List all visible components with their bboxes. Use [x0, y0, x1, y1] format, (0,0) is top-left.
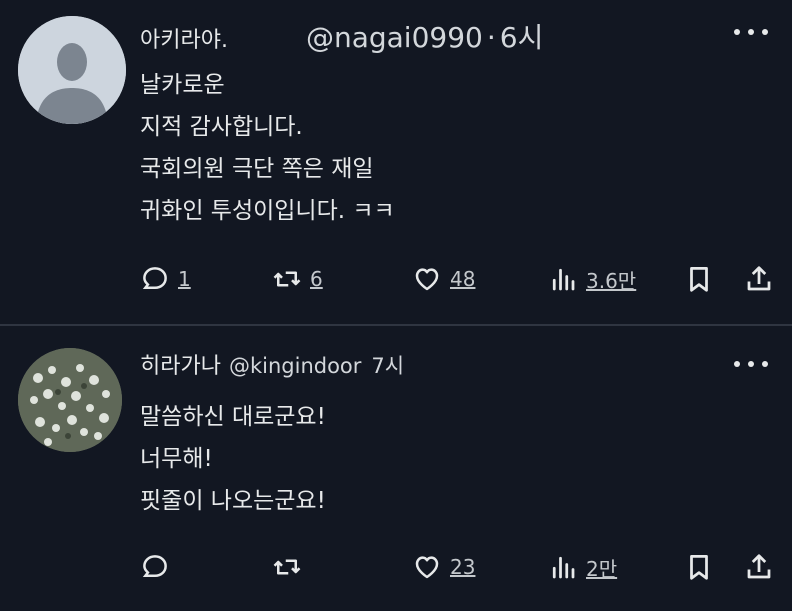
tweet-line: 국회의원 극단 쪽은 재일 [140, 156, 374, 182]
retweet-count[interactable]: 6 [310, 267, 323, 291]
tweet-header: 아키라야. @nagai0990 · 6시 [140, 16, 543, 56]
comment-icon [142, 267, 167, 289]
tweet-line: 너무해! [140, 446, 213, 472]
user-handle[interactable]: @kingindoor [229, 354, 361, 378]
reply-button[interactable]: 1 [140, 262, 191, 296]
share-button[interactable] [744, 550, 774, 584]
display-name[interactable]: 아키라야. [140, 22, 228, 54]
tweet[interactable]: 아키라야. @nagai0990 · 6시 날카로운 지적 감사합니다. 국회의… [0, 0, 792, 325]
retweet-icon [273, 559, 301, 575]
like-count[interactable]: 48 [450, 267, 475, 291]
display-name[interactable]: 히라가나 [140, 348, 221, 380]
tweet-header: 히라가나 @kingindoor 7시 [140, 348, 404, 380]
action-bar: 23 2만 [140, 550, 780, 584]
views-button[interactable]: 3.6만 [548, 262, 636, 296]
heart-icon [415, 268, 439, 291]
views-chart-icon [552, 556, 575, 579]
tweet-line: 날카로운 [140, 72, 225, 98]
comment-icon [142, 555, 167, 577]
reply-button[interactable] [140, 550, 170, 584]
like-button[interactable]: 23 [412, 550, 475, 584]
bookmark-button[interactable] [684, 550, 714, 584]
avatar[interactable] [18, 348, 122, 452]
more-dots-icon[interactable] [734, 354, 768, 374]
tweet-text: 말씀하신 대로군요! 너무해! 핏줄이 나오는군요! [140, 396, 326, 522]
meta-separator: · [486, 21, 496, 54]
user-handle[interactable]: @nagai0990 [306, 21, 483, 54]
tweet-line: 지적 감사합니다. [140, 114, 303, 140]
default-avatar-icon [18, 16, 126, 124]
timestamp[interactable]: 7시 [371, 350, 404, 380]
tweet-line: 핏줄이 나오는군요! [140, 488, 326, 514]
tweet-line: 말씀하신 대로군요! [140, 404, 326, 430]
views-count[interactable]: 2만 [586, 553, 617, 582]
share-icon [747, 266, 771, 291]
flower-avatar-icon [18, 348, 122, 452]
retweet-button[interactable] [272, 550, 302, 584]
bookmark-icon [690, 267, 708, 292]
tweet-line: 귀화인 투성이입니다. ㅋㅋ [140, 198, 395, 224]
share-icon [747, 554, 771, 579]
share-button[interactable] [744, 262, 774, 296]
views-count[interactable]: 3.6만 [586, 265, 636, 294]
bookmark-button[interactable] [684, 262, 714, 296]
views-chart-icon [552, 268, 575, 291]
avatar[interactable] [18, 16, 126, 124]
heart-icon [415, 556, 439, 579]
reply-count[interactable]: 1 [178, 267, 191, 291]
views-button[interactable]: 2만 [548, 550, 617, 584]
retweet-button[interactable]: 6 [272, 262, 323, 296]
bookmark-icon [690, 555, 708, 580]
action-bar: 1 6 48 3.6만 [140, 262, 780, 296]
like-count[interactable]: 23 [450, 555, 475, 579]
tweet[interactable]: 히라가나 @kingindoor 7시 말씀하신 대로군요! 너무해! 핏줄이 … [0, 326, 792, 611]
timestamp[interactable]: 6시 [500, 16, 544, 56]
more-dots-icon[interactable] [734, 22, 768, 42]
retweet-icon [273, 271, 301, 287]
tweet-text: 날카로운 지적 감사합니다. 국회의원 극단 쪽은 재일 귀화인 투성이입니다.… [140, 64, 395, 232]
like-button[interactable]: 48 [412, 262, 475, 296]
